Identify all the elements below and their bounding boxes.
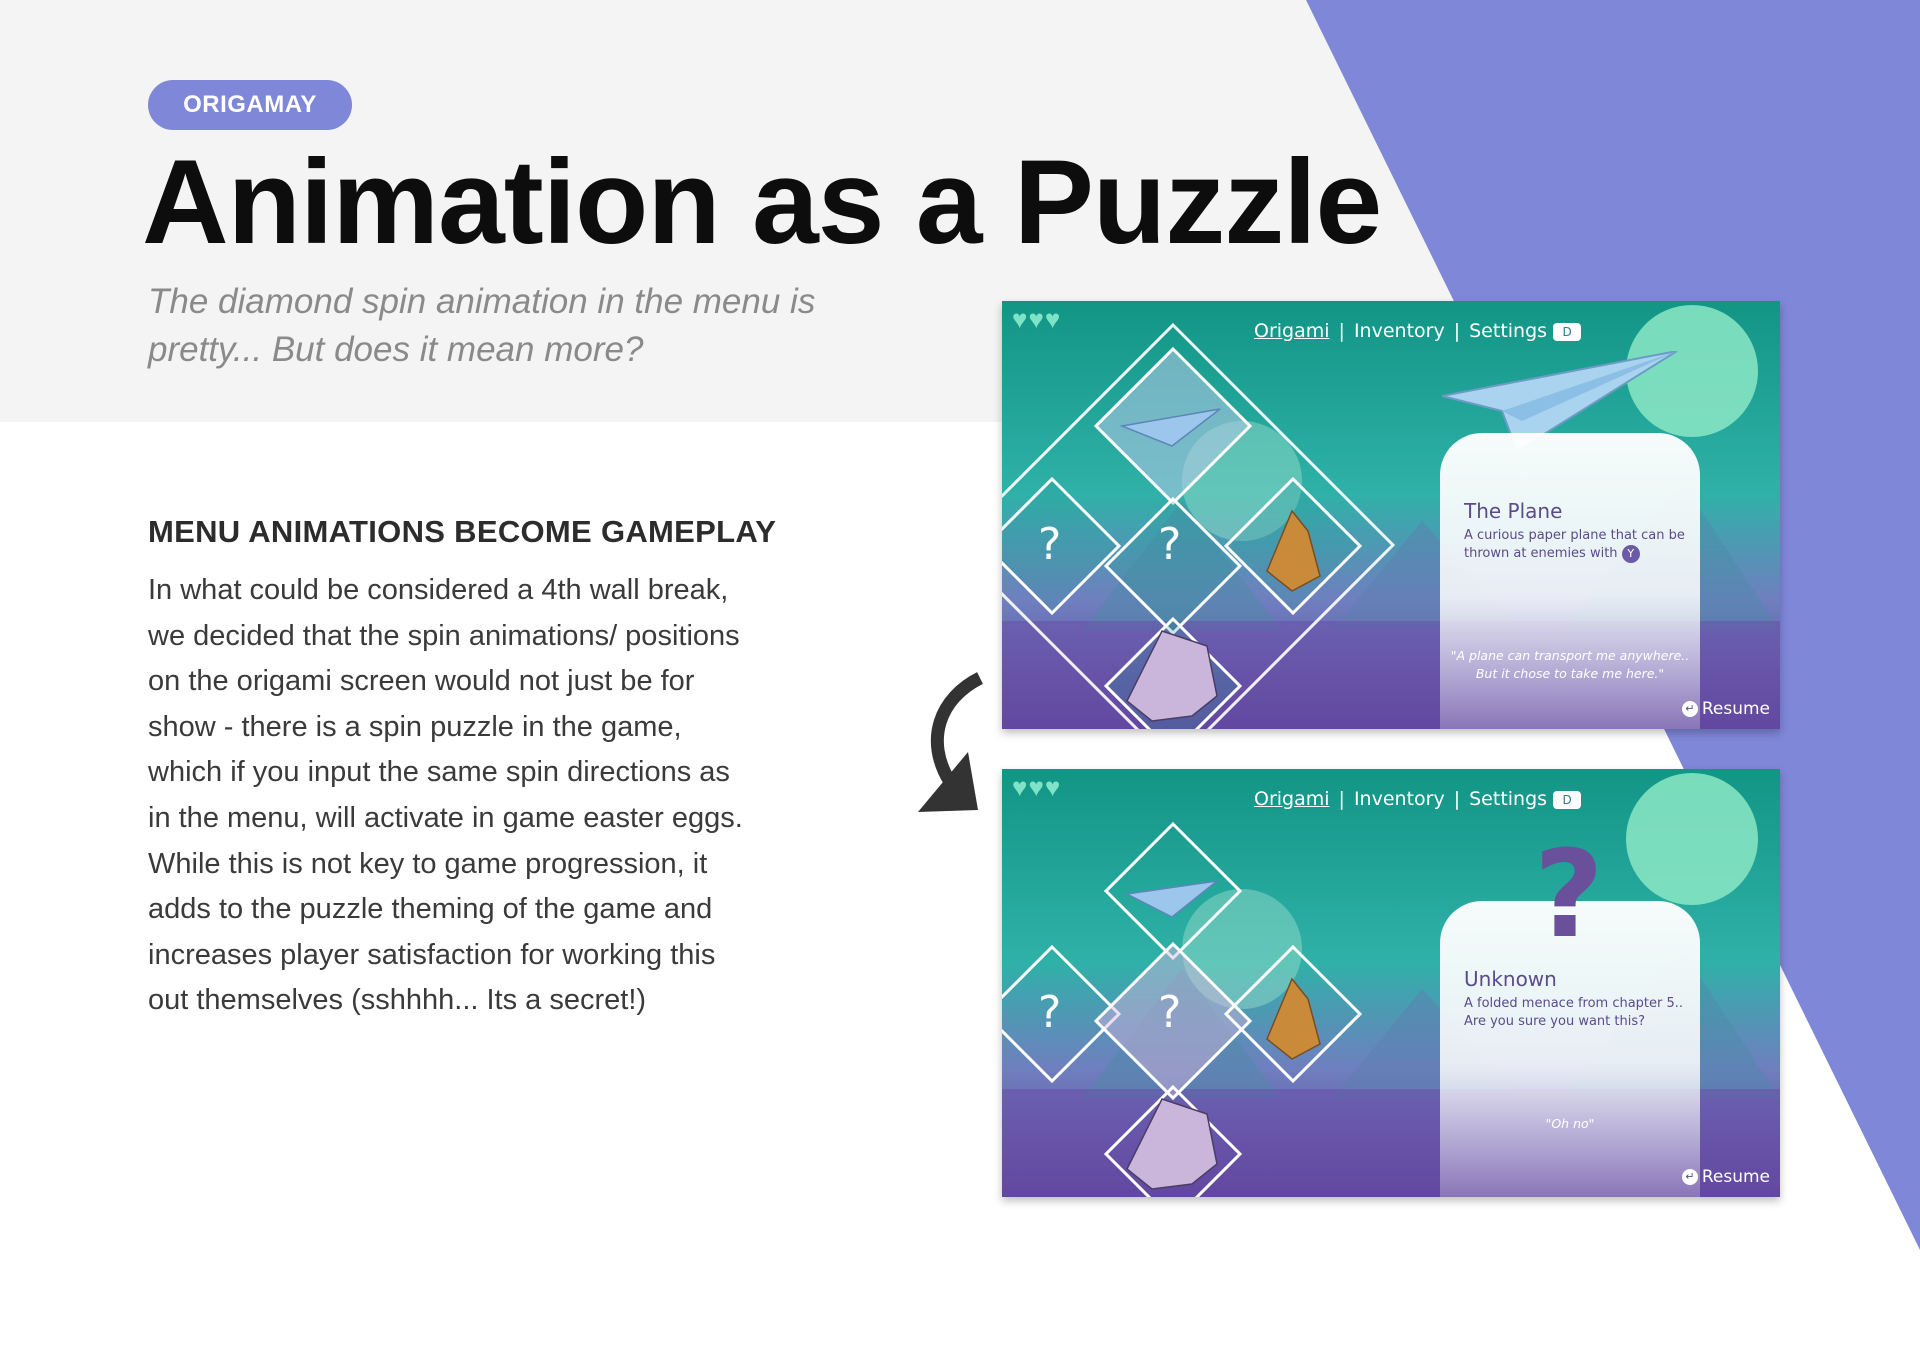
- diamond-slot-bottom[interactable]: [1103, 616, 1243, 729]
- origami-diamond-grid: [1002, 322, 1396, 729]
- resume-label: Resume: [1701, 1167, 1770, 1187]
- item-quote: "A plane can transport me anywhere.. But…: [1450, 648, 1690, 681]
- item-title: The Plane: [1464, 499, 1563, 523]
- resume-icon: ↵: [1681, 1169, 1698, 1185]
- curved-arrow-icon: [918, 672, 984, 812]
- section-body: In what could be considered a 4th wall b…: [148, 574, 743, 1017]
- diamond-slot-top[interactable]: [1093, 346, 1253, 506]
- item-description-text: A curious paper plane that can be thrown…: [1464, 528, 1685, 561]
- diamond-slot-right[interactable]: [1223, 944, 1363, 1084]
- page-subtitle: The diamond spin animation in the menu i…: [148, 282, 816, 369]
- diamond-slot-right[interactable]: [1223, 476, 1363, 616]
- diamond-slot-bottom[interactable]: [1103, 1084, 1243, 1197]
- settings-key-badge: D: [1553, 322, 1582, 341]
- resume-button[interactable]: ↵ Resume: [1681, 699, 1770, 719]
- origami-bear-icon: [1126, 630, 1218, 722]
- origami-rabbit-icon: [1266, 977, 1321, 1060]
- locked-slot-mark: ?: [1158, 519, 1182, 570]
- item-description: A folded menace from chapter 5.. Are you…: [1464, 996, 1684, 1029]
- item-description: A curious paper plane that can be thrown…: [1464, 527, 1694, 563]
- resume-label: Resume: [1701, 699, 1770, 719]
- resume-icon: ↵: [1681, 701, 1698, 717]
- unknown-item-mark: ?: [1534, 826, 1604, 965]
- game-screenshot-before: ♥♥♥ Origami | Inventory | Settings D ? ? The …: [1002, 301, 1780, 729]
- section-heading: MENU ANIMATIONS BECOME GAMEPLAY: [148, 514, 777, 549]
- diamond-slot-top[interactable]: [1103, 821, 1243, 961]
- locked-slot-mark: ?: [1038, 987, 1062, 1038]
- locked-slot-mark: ?: [1038, 519, 1062, 570]
- origami-diamond-grid: [1002, 821, 1363, 1197]
- page-title: Animation as a Puzzle: [142, 135, 1382, 269]
- origami-bear-icon: [1126, 1098, 1218, 1190]
- resume-button[interactable]: ↵ Resume: [1681, 1167, 1770, 1187]
- menu-tab-settings[interactable]: Settings: [1469, 320, 1547, 342]
- item-quote: "Oh no": [1545, 1116, 1595, 1131]
- y-button-icon: Y: [1621, 545, 1640, 563]
- project-tag: ORIGAMAY: [148, 80, 352, 130]
- game-screenshot-after: ♥♥♥ Origami | Inventory | Settings D ? ? Unkn…: [1002, 769, 1780, 1197]
- paper-plane-icon: [1124, 879, 1220, 918]
- item-title: Unknown: [1464, 967, 1557, 991]
- settings-key-badge: D: [1553, 790, 1582, 809]
- item-info-card: The Plane A curious paper plane that can…: [1440, 433, 1700, 729]
- menu-tab-settings[interactable]: Settings: [1469, 788, 1547, 810]
- locked-slot-mark: ?: [1158, 987, 1182, 1038]
